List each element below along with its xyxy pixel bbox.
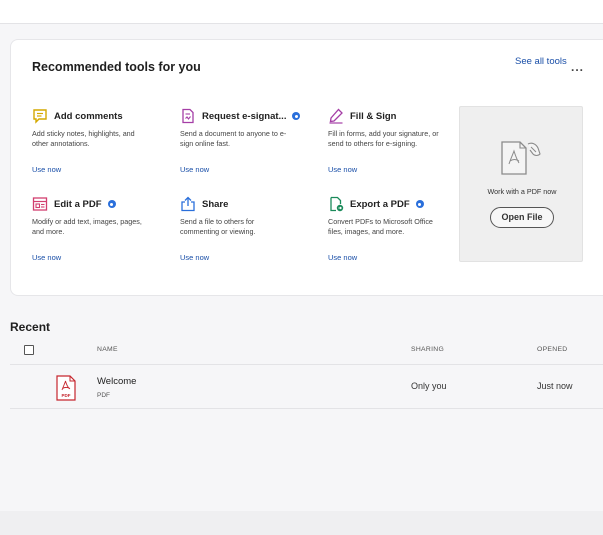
export-pdf-icon xyxy=(328,196,344,212)
tool-share[interactable]: Share Send a file to others for commenti… xyxy=(180,195,320,262)
select-all-checkbox[interactable] xyxy=(24,345,34,355)
use-now-link[interactable]: Use now xyxy=(180,253,209,262)
tool-edit-pdf[interactable]: Edit a PDF Modify or add text, images, p… xyxy=(32,195,172,262)
pdf-file-icon: PDF xyxy=(55,375,77,406)
open-file-panel: Work with a PDF now Open File xyxy=(459,106,583,262)
recommended-tools-card: Recommended tools for you See all tools … xyxy=(10,39,603,296)
edit-pdf-icon xyxy=(32,196,48,212)
use-now-link[interactable]: Use now xyxy=(180,165,209,174)
file-name[interactable]: Welcome xyxy=(97,376,136,387)
recent-title: Recent xyxy=(10,320,51,334)
file-type: PDF xyxy=(97,392,110,399)
file-opened-time: Just now xyxy=(537,381,573,391)
use-now-link[interactable]: Use now xyxy=(328,253,357,262)
tool-name: Share xyxy=(202,198,229,210)
tool-request-esignatures[interactable]: Request e-signat... Send a document to a… xyxy=(180,107,320,174)
tool-description: Send a file to others for commenting or … xyxy=(180,217,256,236)
tool-description: Convert PDFs to Microsoft Office files, … xyxy=(328,217,433,236)
tool-description: Fill in forms, add your signature, or se… xyxy=(328,129,439,148)
tool-name: Edit a PDF xyxy=(54,198,102,210)
column-header-sharing[interactable]: SHARING xyxy=(411,346,444,353)
open-file-button[interactable]: Open File xyxy=(490,207,554,228)
card-title: Recommended tools for you xyxy=(32,60,201,74)
work-with-pdf-text: Work with a PDF now xyxy=(487,187,557,196)
tool-name: Fill & Sign xyxy=(350,110,397,122)
document-hand-icon xyxy=(498,138,546,183)
tool-fill-and-sign[interactable]: Fill & Sign Fill in forms, add your sign… xyxy=(328,107,468,174)
share-icon xyxy=(180,196,196,212)
tool-name: Request e-signat... xyxy=(202,110,287,122)
premium-badge-icon xyxy=(415,200,424,208)
tool-description: Send a document to anyone to e-sign onli… xyxy=(180,129,287,148)
use-now-link[interactable]: Use now xyxy=(32,253,61,262)
table-row[interactable]: PDF Welcome PDF Only you Just now xyxy=(10,366,603,409)
tool-name: Export a PDF xyxy=(350,198,410,210)
see-all-tools-link[interactable]: See all tools xyxy=(515,56,567,67)
premium-badge-icon xyxy=(292,112,301,120)
tool-description: Modify or add text, images, pages, and m… xyxy=(32,217,142,236)
premium-badge-icon xyxy=(107,200,116,208)
recent-table-header: NAME SHARING OPENED xyxy=(10,337,603,365)
comment-icon xyxy=(32,108,48,124)
request-signature-icon xyxy=(180,108,196,124)
tool-add-comments[interactable]: Add comments Add sticky notes, highlight… xyxy=(32,107,172,174)
bottom-strip xyxy=(0,511,603,535)
top-bar xyxy=(0,0,603,24)
column-header-name[interactable]: NAME xyxy=(97,346,118,353)
tool-name: Add comments xyxy=(54,110,123,122)
svg-text:PDF: PDF xyxy=(62,393,71,398)
file-sharing-status: Only you xyxy=(411,381,447,391)
column-header-opened[interactable]: OPENED xyxy=(537,346,568,353)
use-now-link[interactable]: Use now xyxy=(328,165,357,174)
use-now-link[interactable]: Use now xyxy=(32,165,61,174)
pen-sign-icon xyxy=(328,108,344,124)
tool-export-pdf[interactable]: Export a PDF Convert PDFs to Microsoft O… xyxy=(328,195,468,262)
tool-description: Add sticky notes, highlights, and other … xyxy=(32,129,135,148)
more-options-icon[interactable]: ... xyxy=(571,61,584,73)
